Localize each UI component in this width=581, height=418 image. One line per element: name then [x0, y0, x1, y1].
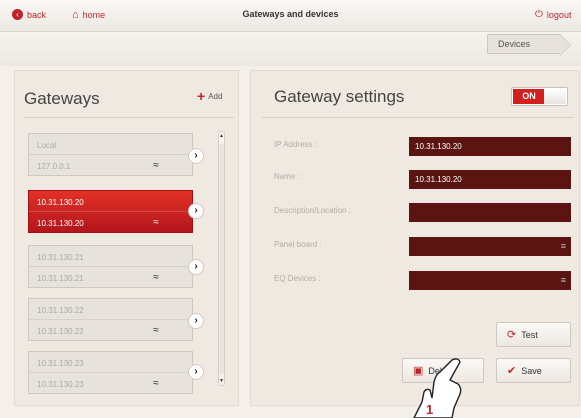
plus-icon: +: [197, 88, 206, 104]
logout-label: logout: [546, 9, 572, 20]
gateway-address: 10.31.130.23: [37, 380, 84, 389]
wifi-icon: ≈: [153, 217, 159, 228]
top-bar: ‹ back ⌂ home Gateways and devices ⏻ log…: [0, 0, 581, 32]
wifi-icon: ≈: [153, 272, 159, 283]
gateway-list-scrollbar[interactable]: ▲ ▼: [218, 131, 225, 386]
wifi-icon: ≈: [153, 160, 159, 171]
gateways-heading: Gateways: [24, 89, 100, 108]
gateway-item-local[interactable]: Local 127.0.0.1 ≈: [28, 133, 193, 176]
divider: [24, 117, 234, 118]
chevron-right-icon[interactable]: ›: [188, 203, 204, 219]
refresh-icon: ⟳: [507, 329, 517, 341]
description-field[interactable]: [409, 203, 571, 222]
gateway-item[interactable]: 10.31.130.21 10.31.130.21 ≈: [28, 245, 193, 288]
gateway-address: 10.31.130.20: [37, 219, 84, 228]
toggle-knob: [544, 89, 566, 104]
gateway-name: 10.31.130.22: [29, 299, 192, 320]
save-button[interactable]: ✔ Save: [496, 358, 571, 383]
settings-heading: Gateway settings: [274, 87, 405, 106]
gateway-on-toggle[interactable]: ON: [511, 87, 568, 106]
gateway-name: 10.31.130.23: [29, 352, 192, 373]
chevron-right-icon[interactable]: ›: [188, 364, 204, 380]
menu-icon: ≡: [560, 241, 566, 251]
gateway-name: 10.31.130.20: [29, 191, 192, 212]
save-label: Save: [521, 365, 542, 376]
page-title: Gateways and devices: [242, 9, 339, 19]
gateway-name: 10.31.130.21: [29, 246, 192, 267]
description-label: Description/Location :: [274, 206, 351, 215]
checkmark-icon: ✔: [507, 365, 517, 377]
ip-address-field[interactable]: 10.31.130.20: [409, 137, 571, 156]
chevron-right-icon[interactable]: ›: [188, 313, 204, 329]
toggle-on-label: ON: [513, 89, 545, 104]
eq-devices-label: EQ Devices :: [274, 274, 321, 283]
eq-devices-select[interactable]: ≡: [409, 271, 571, 290]
step-number: 1: [426, 402, 433, 417]
add-gateway-button[interactable]: + Add: [197, 88, 223, 104]
logout-button[interactable]: ⏻ logout: [535, 9, 571, 20]
scroll-down-icon[interactable]: ▼: [219, 378, 224, 384]
pointer-hand-icon: 1: [413, 358, 462, 418]
gateway-address: 10.31.130.21: [37, 274, 84, 283]
power-icon: ⏻: [535, 9, 543, 20]
wifi-icon: ≈: [153, 325, 159, 336]
gateway-address: 10.31.130.22: [37, 327, 84, 336]
ip-address-label: IP Address :: [274, 140, 317, 149]
breadcrumb-devices[interactable]: Devices: [486, 34, 572, 56]
scrollbar-thumb[interactable]: [219, 144, 224, 374]
panel-board-select[interactable]: ≡: [409, 237, 571, 256]
gateway-item[interactable]: 10.31.130.22 10.31.130.22 ≈: [28, 298, 193, 341]
gateway-item-selected[interactable]: 10.31.130.20 10.31.130.20 ≈: [28, 190, 193, 233]
gateway-name: Local: [29, 134, 192, 155]
panel-board-label: Panel board :: [274, 240, 322, 249]
test-button[interactable]: ⟳ Test: [496, 322, 571, 347]
chevron-right-icon[interactable]: ›: [188, 259, 204, 275]
breadcrumb-bar: Devices: [0, 32, 581, 66]
add-label: Add: [208, 92, 223, 101]
divider: [262, 117, 574, 118]
wifi-icon: ≈: [153, 378, 159, 389]
chevron-right-icon[interactable]: ›: [188, 148, 204, 164]
name-label: Name :: [274, 172, 300, 181]
test-label: Test: [521, 329, 538, 340]
name-field[interactable]: 10.31.130.20: [409, 170, 571, 189]
menu-icon: ≡: [560, 275, 566, 285]
gateway-address: 127.0.0.1: [37, 162, 71, 171]
scroll-up-icon[interactable]: ▲: [219, 133, 224, 139]
gateway-item[interactable]: 10.31.130.23 10.31.130.23 ≈: [28, 351, 193, 394]
